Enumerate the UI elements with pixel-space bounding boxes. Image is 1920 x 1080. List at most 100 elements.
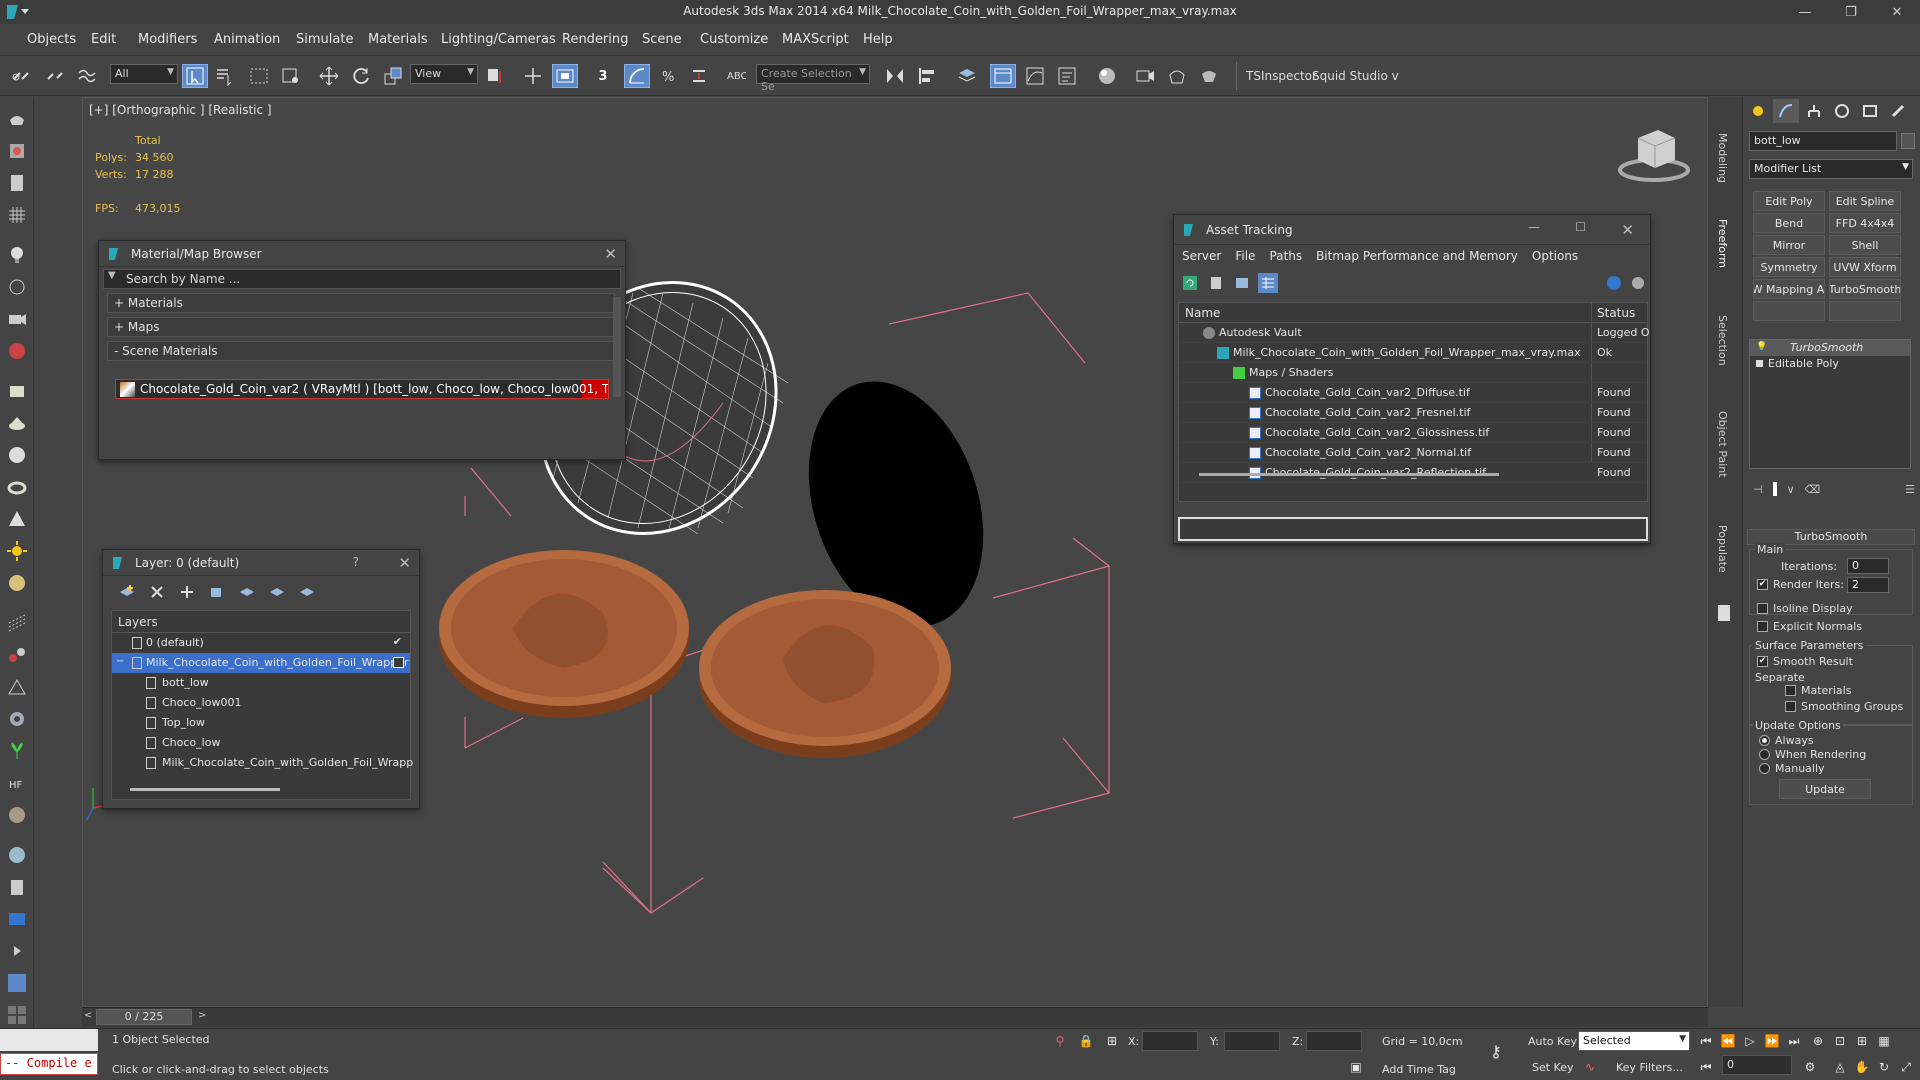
schematic-view-icon[interactable] (1054, 64, 1080, 88)
minimize-icon[interactable]: — (1528, 220, 1540, 234)
curve-editor-icon[interactable] (1022, 64, 1048, 88)
update-manually-radio[interactable] (1759, 763, 1770, 774)
object-row[interactable]: Choco_low001 (112, 693, 410, 713)
display-tab-icon[interactable] (1857, 99, 1883, 123)
create-tab-icon[interactable] (1745, 99, 1771, 123)
asset-row[interactable]: Maps / Shaders (1179, 363, 1647, 383)
cone-icon[interactable] (5, 411, 29, 435)
menu-bitmap-performance[interactable]: Bitmap Performance and Memory (1316, 249, 1518, 265)
maxscript-listener-mini[interactable] (0, 1029, 98, 1051)
key-icon[interactable]: ⚷ (1486, 1041, 1506, 1061)
key-filters-button[interactable]: Key Filters... (1616, 1061, 1683, 1074)
render-production-icon[interactable] (1196, 64, 1222, 88)
menu-file[interactable]: File (1235, 249, 1255, 265)
spacewarp-icon[interactable] (5, 339, 29, 363)
iterations-spinner[interactable]: 0 (1847, 558, 1889, 574)
link-icon[interactable] (8, 64, 34, 88)
grid-icon[interactable] (5, 203, 29, 227)
angle-snap-icon[interactable] (624, 64, 650, 88)
gear-icon[interactable] (5, 707, 29, 731)
clipboard-icon[interactable] (5, 875, 29, 899)
container-icon[interactable] (5, 907, 29, 931)
update-when-rendering-radio[interactable] (1759, 749, 1770, 760)
collapse-icon[interactable]: − (116, 656, 124, 667)
menu-animation[interactable]: Animation (214, 32, 280, 47)
material-editor-icon[interactable] (1094, 64, 1120, 88)
menu-help[interactable]: Help (863, 32, 893, 47)
zoom-all-icon[interactable]: ⊞ (1852, 1031, 1872, 1051)
z-coord-field[interactable] (1306, 1031, 1362, 1051)
zoom-icon[interactable]: ⊕ (1808, 1031, 1828, 1051)
stack-item-editable-poly[interactable]: Editable Poly (1750, 356, 1910, 372)
zoom-extents-icon[interactable]: ⊡ (1830, 1031, 1850, 1051)
orbit-icon[interactable]: ↻ (1874, 1057, 1894, 1077)
close-button[interactable]: ✕ (1874, 0, 1920, 24)
sphere-icon[interactable] (5, 443, 29, 467)
box-icon[interactable] (5, 379, 29, 403)
time-next-arrow-icon[interactable]: > (198, 1010, 206, 1021)
coin-copper-left[interactable] (439, 550, 689, 718)
table-view-icon[interactable] (1258, 273, 1278, 293)
percent-snap-icon[interactable]: % (656, 64, 682, 88)
asset-tracking-titlebar[interactable]: Asset Tracking — ☐ ✕ (1174, 215, 1650, 245)
asset-row[interactable]: Chocolate_Gold_Coin_var2_Diffuse.tif Foun… (1179, 383, 1647, 403)
ribbon-toggle-icon[interactable] (1718, 605, 1730, 621)
time-tag-icon[interactable]: ▣ (1346, 1057, 1366, 1077)
separate-smoothing-groups-checkbox[interactable] (1785, 701, 1796, 712)
smooth-result-checkbox[interactable]: ✔ (1757, 656, 1768, 667)
absolute-mode-icon[interactable]: ⊞ (1102, 1031, 1122, 1051)
coin-copper-right[interactable] (699, 590, 951, 758)
isoline-checkbox[interactable] (1757, 603, 1768, 614)
teapot-icon[interactable] (5, 107, 29, 131)
tab-modeling[interactable]: Modeling (1716, 133, 1729, 183)
current-frame-field[interactable]: 0 (1722, 1055, 1792, 1075)
selection-filter-dropdown[interactable]: All ▼ (110, 64, 178, 84)
make-unique-icon[interactable]: ∨ (1787, 483, 1795, 496)
tab-object-paint[interactable]: Object Paint (1716, 411, 1729, 478)
viewport-label[interactable]: [+] [Orthographic ] [Realistic ] (89, 103, 272, 117)
close-icon[interactable]: ✕ (604, 245, 617, 263)
select-object-icon[interactable] (182, 64, 208, 88)
motion-tab-icon[interactable] (1829, 99, 1855, 123)
layout-quad-icon[interactable] (5, 1003, 29, 1027)
mod-button-shell[interactable]: Shell (1829, 235, 1901, 255)
maximize-viewport-icon[interactable]: ⤢ (1896, 1057, 1916, 1077)
menu-scene[interactable]: Scene (642, 32, 682, 47)
column-header-name[interactable]: Name (1185, 306, 1220, 320)
scrollbar[interactable] (613, 297, 621, 397)
menu-customize[interactable]: Customize (700, 32, 768, 47)
menu-server[interactable]: Server (1182, 249, 1221, 265)
expand-icon[interactable] (1756, 360, 1763, 367)
mod-button-uvw-mapping[interactable]: /W Mapping Ac (1753, 279, 1825, 299)
time-configuration-icon[interactable]: ⚙ (1800, 1057, 1820, 1077)
thumbnail-view-icon[interactable] (1232, 273, 1252, 293)
configure-sets-icon[interactable]: ☰ (1905, 483, 1915, 496)
light-bulb-icon[interactable] (5, 243, 29, 267)
modify-tab-icon[interactable] (1773, 99, 1799, 123)
edit-named-selection-icon[interactable]: ABC (722, 64, 748, 88)
pivot-center-icon[interactable] (482, 64, 508, 88)
compound-icon[interactable] (5, 675, 29, 699)
auto-key-button[interactable]: Auto Key (1528, 1035, 1577, 1048)
tab-freeform[interactable]: Freeform (1716, 219, 1729, 268)
x-coord-field[interactable] (1142, 1031, 1198, 1051)
isolate-selection-icon[interactable]: ⚲ (1050, 1031, 1070, 1051)
menu-modifiers[interactable]: Modifiers (138, 32, 197, 47)
menu-lighting-cameras[interactable]: Lighting/Cameras (441, 32, 556, 47)
mod-button-uvw-xform[interactable]: UVW Xform (1829, 257, 1901, 277)
pyramid-icon[interactable] (5, 507, 29, 531)
next-frame-icon[interactable]: ⏩ (1762, 1031, 1782, 1051)
show-end-result-icon[interactable] (1772, 482, 1777, 496)
rectangular-selection-icon[interactable] (246, 64, 272, 88)
update-always-radio[interactable] (1759, 735, 1770, 746)
object-name-field[interactable]: bott_low (1749, 131, 1897, 151)
previous-frame-icon[interactable]: ⏪ (1718, 1031, 1738, 1051)
remove-modifier-icon[interactable]: ⌫ (1805, 483, 1821, 496)
scene-material-item[interactable]: Chocolate_Gold_Coin_var2 ( VRayMtl ) [bo… (115, 379, 609, 399)
add-to-layer-icon[interactable] (175, 580, 199, 604)
menu-materials[interactable]: Materials (368, 32, 428, 47)
scrollbar[interactable] (1199, 473, 1499, 476)
menu-maxscript[interactable]: MAXScript (782, 32, 849, 47)
render-setup-icon[interactable] (1132, 64, 1158, 88)
scene-explorer-icon[interactable] (990, 64, 1016, 88)
